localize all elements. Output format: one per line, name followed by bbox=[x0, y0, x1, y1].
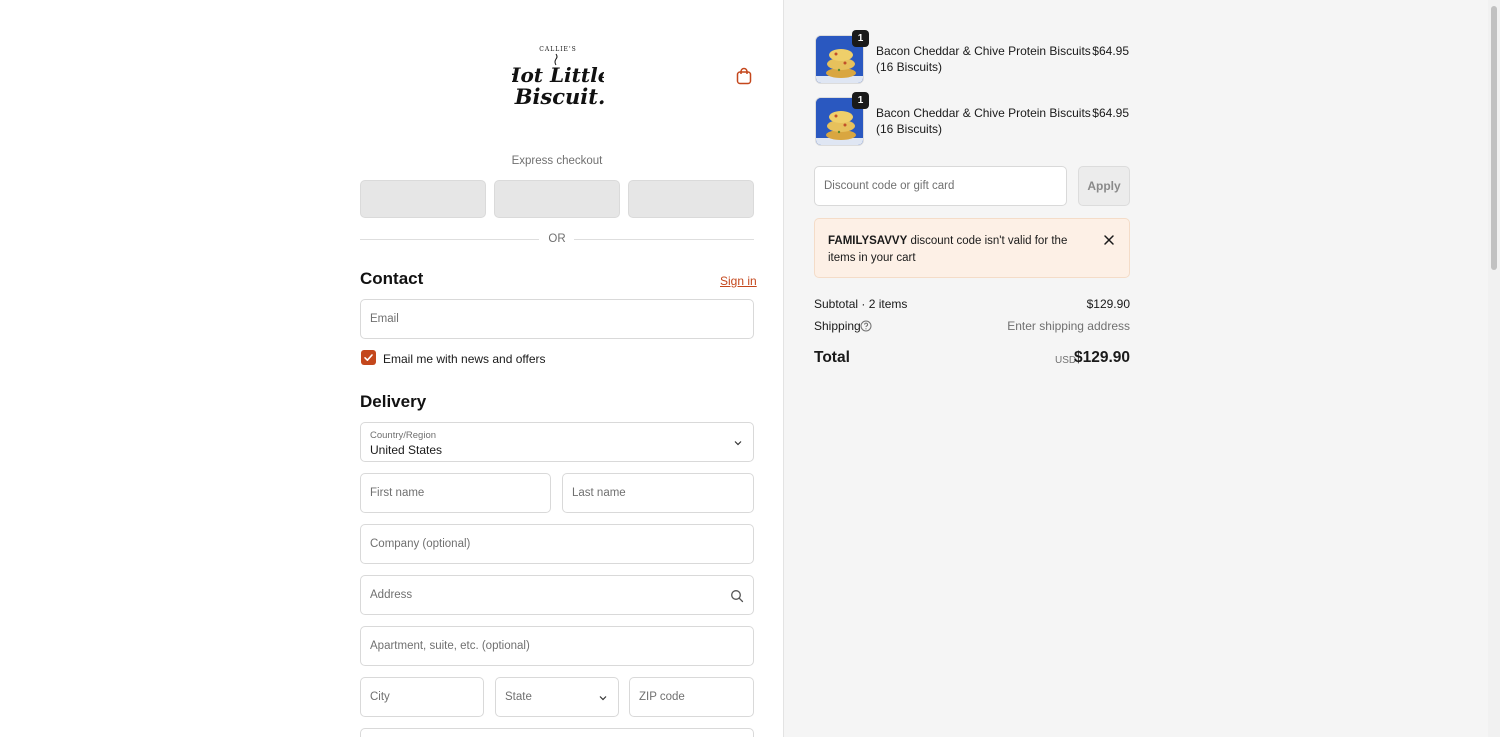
apply-discount-button[interactable]: Apply bbox=[1078, 166, 1130, 206]
shipping-row: Shipping Enter shipping address bbox=[814, 319, 1130, 333]
email-placeholder: Email bbox=[370, 313, 399, 325]
close-icon[interactable] bbox=[1103, 234, 1115, 246]
newsletter-checkbox[interactable] bbox=[361, 350, 376, 365]
item-name: Bacon Cheddar & Chive Protein Biscuits (… bbox=[876, 44, 1091, 74]
discount-code: FAMILYSAVVY bbox=[828, 235, 908, 247]
discount-error-alert: FAMILYSAVVY discount code isn't valid fo… bbox=[814, 218, 1130, 278]
express-checkout-label: Express checkout bbox=[511, 155, 603, 167]
express-pay-button-3[interactable] bbox=[628, 180, 754, 218]
item-price: $64.95 bbox=[1092, 106, 1129, 120]
help-icon[interactable] bbox=[860, 320, 872, 332]
company-field[interactable]: Company (optional) bbox=[360, 524, 754, 564]
phone-field[interactable] bbox=[360, 728, 754, 737]
total-value: $129.90 bbox=[1073, 349, 1130, 366]
contact-heading: Contact bbox=[360, 269, 424, 288]
quantity-badge: 1 bbox=[852, 30, 869, 47]
newsletter-label: Email me with news and offers bbox=[383, 352, 546, 366]
subtotal-row: Subtotal · 2 items $129.90 bbox=[814, 297, 1130, 311]
country-value: United States bbox=[370, 443, 443, 457]
chevron-down-icon bbox=[734, 441, 742, 446]
city-field[interactable]: City bbox=[360, 677, 484, 717]
scrollbar-thumb[interactable] bbox=[1491, 6, 1497, 270]
shipping-value: Enter shipping address bbox=[1007, 319, 1130, 333]
search-icon bbox=[731, 590, 744, 603]
currency-code: USD bbox=[1055, 355, 1077, 366]
state-select[interactable]: State bbox=[495, 677, 619, 717]
item-name: Bacon Cheddar & Chive Protein Biscuits (… bbox=[876, 106, 1091, 136]
country-label: Country/Region bbox=[370, 430, 437, 441]
delivery-heading: Delivery bbox=[360, 392, 427, 411]
discount-code-input[interactable]: Discount code or gift card bbox=[814, 166, 1067, 206]
company-placeholder: Company (optional) bbox=[370, 538, 471, 550]
scrollbar[interactable] bbox=[1488, 0, 1500, 737]
last-name-field[interactable]: Last name bbox=[562, 473, 754, 513]
address-field[interactable]: Address bbox=[360, 575, 754, 615]
sign-in-link[interactable]: Sign in bbox=[720, 274, 757, 288]
total-label: Total bbox=[814, 349, 850, 366]
city-placeholder: City bbox=[370, 691, 390, 703]
checkout-form-panel: CALLIE'S Hot Little Biscuit. Express che… bbox=[0, 0, 784, 737]
apartment-placeholder: Apartment, suite, etc. (optional) bbox=[370, 640, 530, 652]
subtotal-label: Subtotal · 2 items bbox=[814, 297, 908, 311]
zip-placeholder: ZIP code bbox=[639, 691, 685, 703]
svg-text:Biscuit.: Biscuit. bbox=[514, 84, 604, 109]
chevron-down-icon bbox=[599, 696, 607, 701]
item-price: $64.95 bbox=[1092, 44, 1129, 58]
state-placeholder: State bbox=[505, 691, 532, 703]
email-field[interactable]: Email bbox=[360, 299, 754, 339]
brand-logo[interactable]: CALLIE'S Hot Little Biscuit. bbox=[501, 42, 611, 112]
apartment-field[interactable]: Apartment, suite, etc. (optional) bbox=[360, 626, 754, 666]
svg-text:CALLIE'S: CALLIE'S bbox=[539, 46, 576, 53]
quantity-badge: 1 bbox=[852, 92, 869, 109]
first-name-field[interactable]: First name bbox=[360, 473, 551, 513]
country-select[interactable]: Country/Region United States bbox=[360, 422, 754, 462]
discount-error-message: FAMILYSAVVY discount code isn't valid fo… bbox=[828, 233, 1090, 267]
first-name-placeholder: First name bbox=[370, 487, 425, 499]
last-name-placeholder: Last name bbox=[572, 487, 626, 499]
logo-graphic: CALLIE'S Hot Little Biscuit. bbox=[501, 46, 611, 109]
express-pay-button-1[interactable] bbox=[360, 180, 486, 218]
shipping-label: Shipping bbox=[814, 319, 861, 333]
checkmark-icon bbox=[364, 354, 373, 361]
discount-placeholder: Discount code or gift card bbox=[824, 180, 955, 192]
shopping-bag-icon[interactable] bbox=[734, 66, 754, 86]
subtotal-value: $129.90 bbox=[1086, 297, 1130, 311]
zip-field[interactable]: ZIP code bbox=[629, 677, 754, 717]
address-placeholder: Address bbox=[370, 589, 413, 601]
express-pay-button-2[interactable] bbox=[494, 180, 620, 218]
or-divider: OR bbox=[360, 232, 754, 248]
